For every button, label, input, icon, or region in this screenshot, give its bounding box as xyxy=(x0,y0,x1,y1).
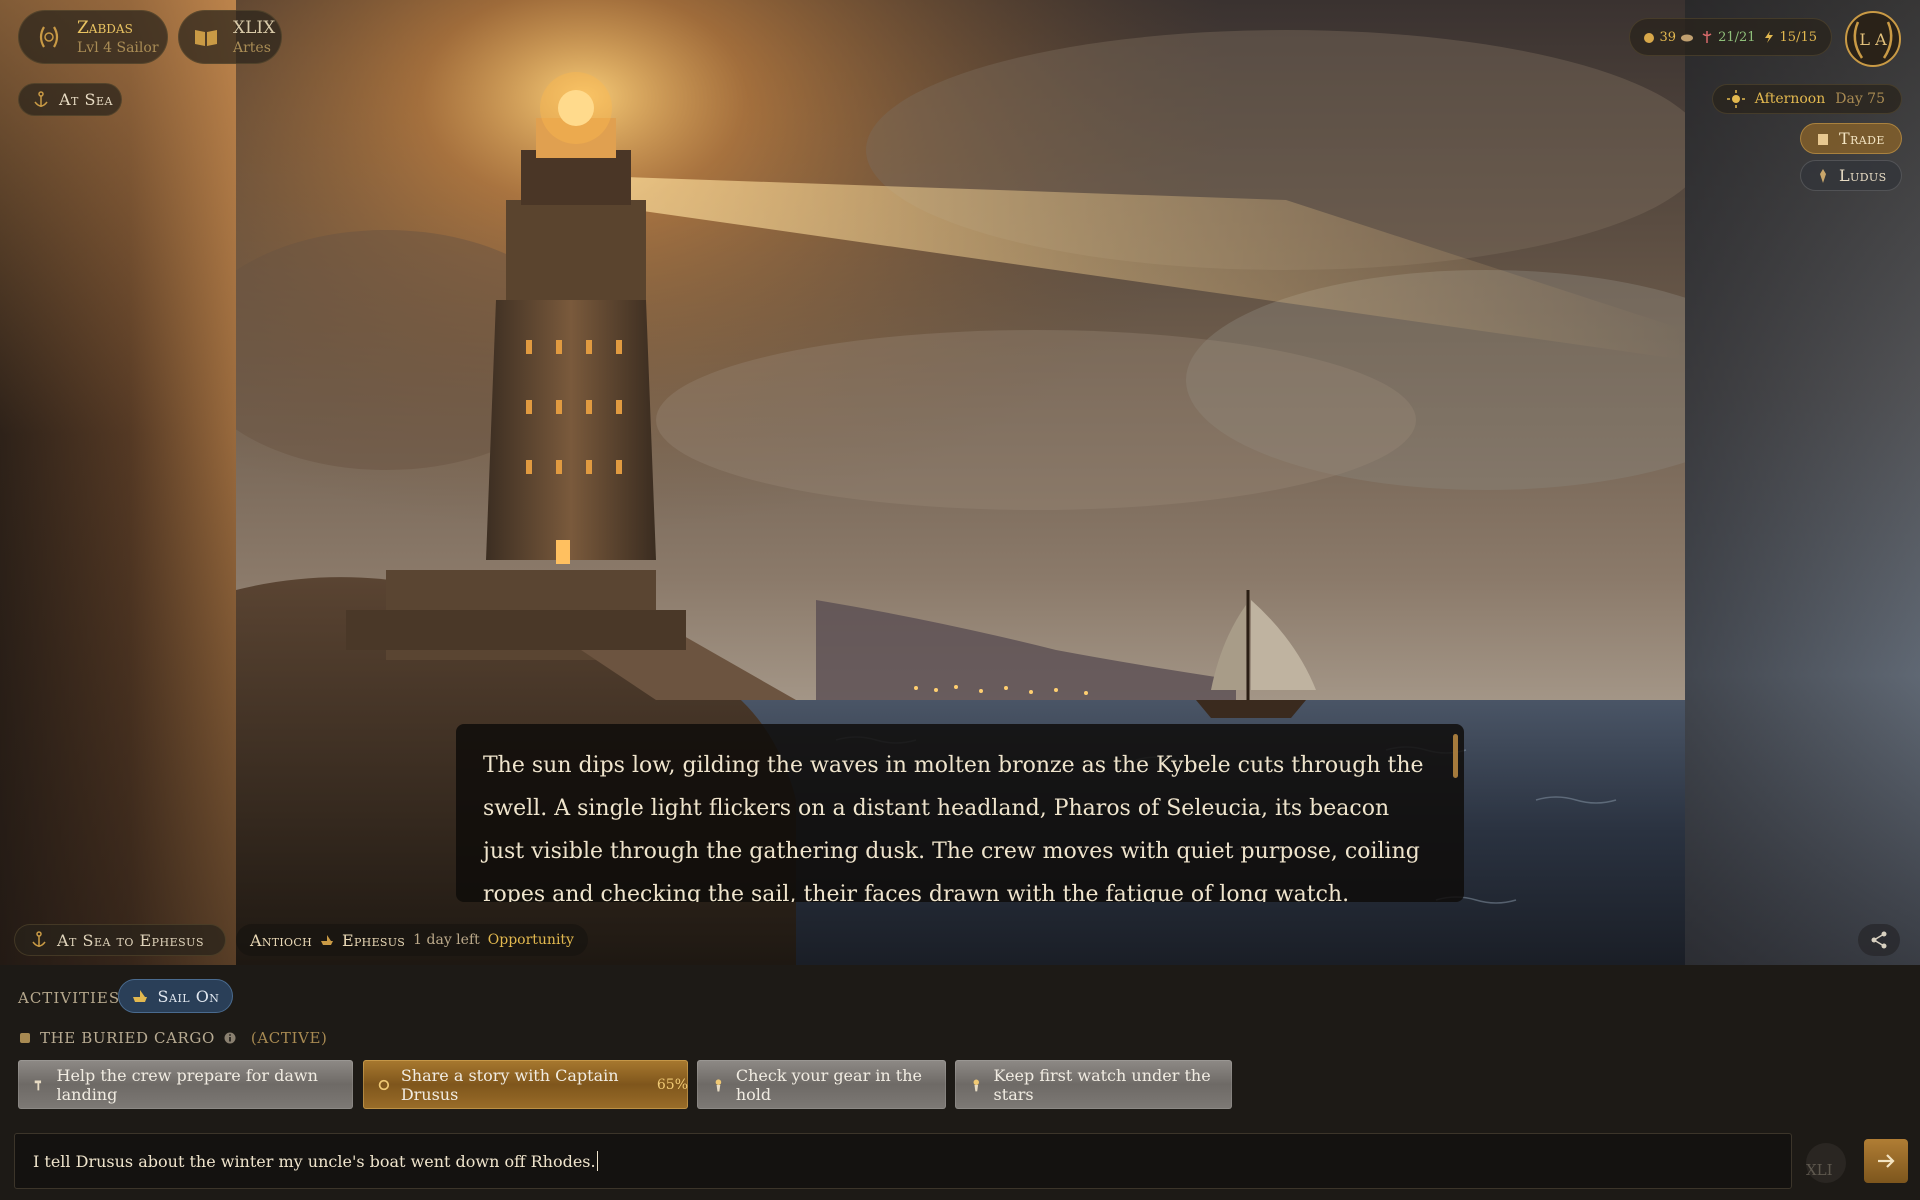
choice-button-2[interactable]: Share a story with Captain Drusus 65% xyxy=(363,1060,688,1109)
player-subtitle: Lvl 4 Sailor xyxy=(77,40,159,56)
ship-icon xyxy=(321,935,333,945)
route-info: Antioch Ephesus 1 day left Opportunity xyxy=(236,924,588,956)
torch-icon xyxy=(715,1078,722,1091)
sun-icon xyxy=(1726,90,1745,108)
choice-button-4[interactable]: Keep first watch under the stars xyxy=(955,1060,1232,1109)
artes-label: Artes xyxy=(233,40,271,56)
location-label: At Sea xyxy=(59,90,113,109)
quest-status: (ACTIVE) xyxy=(250,1029,328,1047)
route-remaining: 1 day left xyxy=(413,932,480,948)
time-of-day-badge: Afternoon Day 75 xyxy=(1711,84,1902,114)
gladiator-icon xyxy=(1820,168,1826,183)
scene-viewport: Zabdas Lvl 4 Sailor XLIX Artes At Sea 39 xyxy=(0,0,1920,965)
narrative-panel[interactable]: The sun dips low, gilding the waves in m… xyxy=(456,724,1464,902)
artes-button[interactable]: XLIX Artes xyxy=(178,10,282,64)
choice-button-1[interactable]: Help the crew prepare for dawn landing xyxy=(18,1060,353,1109)
time-period: Afternoon xyxy=(1754,91,1826,107)
ludus-button[interactable]: Ludus xyxy=(1800,160,1902,191)
sail-on-button[interactable]: Sail On xyxy=(118,979,233,1013)
sail-on-label: Sail On xyxy=(157,986,220,1006)
activities-label: ACTIVITIES: xyxy=(18,989,127,1007)
travel-status-label: At Sea to Ephesus xyxy=(57,930,204,950)
player-profile-button[interactable]: Zabdas Lvl 4 Sailor xyxy=(18,10,168,64)
choice-button-3[interactable]: Check your gear in the hold xyxy=(697,1060,946,1109)
trade-button[interactable]: Trade xyxy=(1800,123,1902,154)
route-opportunity-tag[interactable]: Opportunity xyxy=(488,932,574,948)
health-value: 21/21 xyxy=(1718,29,1756,45)
player-name: Zabdas xyxy=(77,18,133,38)
route-destination: Ephesus xyxy=(342,930,406,950)
scene-backdrop-left xyxy=(0,0,236,965)
coin-purse-icon xyxy=(1643,33,1654,43)
energy-value: 15/15 xyxy=(1779,29,1817,45)
send-button[interactable] xyxy=(1864,1139,1908,1183)
health-stat: 21/21 xyxy=(1700,29,1756,45)
coins-stack-icon xyxy=(1681,34,1694,42)
stats-bar: 39 21/21 15/15 xyxy=(1628,18,1832,56)
text-caret xyxy=(596,1151,598,1171)
choice-label-1: Help the crew prepare for dawn landing xyxy=(56,1065,318,1104)
artes-value: XLIX xyxy=(233,18,276,38)
ludus-label: Ludus xyxy=(1839,166,1887,185)
anchor-icon xyxy=(32,931,46,947)
scroll-icon xyxy=(20,1033,30,1043)
narrative-text: The sun dips low, gilding the waves in m… xyxy=(483,753,1424,902)
location-badge[interactable]: At Sea xyxy=(18,83,122,116)
laurel-icon xyxy=(378,1079,390,1090)
route-origin: Antioch xyxy=(250,930,312,950)
active-quest[interactable]: THE BURIED CARGO (ACTIVE) xyxy=(18,1029,327,1047)
anchor-icon xyxy=(34,90,48,107)
lightning-icon xyxy=(1764,31,1773,43)
faction-emblem-button[interactable]: L A xyxy=(1844,10,1902,68)
choice-chance-2: 65% xyxy=(656,1076,688,1093)
artes-info: XLIX Artes xyxy=(233,18,275,56)
trade-label: Trade xyxy=(1839,129,1885,148)
open-book-icon xyxy=(195,30,217,46)
share-icon xyxy=(1871,931,1887,949)
merchant-icon xyxy=(1818,133,1828,145)
arrow-right-icon xyxy=(1878,1154,1895,1168)
coins-value: 39 xyxy=(1659,29,1677,45)
ship-icon xyxy=(132,990,147,1002)
hammer-icon xyxy=(34,1079,42,1090)
info-icon[interactable] xyxy=(223,1031,237,1045)
choice-label-2: Share a story with Captain Drusus xyxy=(400,1065,619,1104)
action-input[interactable]: I tell Drusus about the winter my uncle'… xyxy=(14,1133,1792,1189)
player-info: Zabdas Lvl 4 Sailor xyxy=(77,18,159,56)
laurel-emblem-icon: L A xyxy=(1845,11,1901,67)
action-panel: ACTIVITIES: Sail On THE BURIED CARGO (AC… xyxy=(0,965,1920,1200)
action-input-value: I tell Drusus about the winter my uncle'… xyxy=(33,1151,596,1171)
day-counter: Day 75 xyxy=(1835,91,1885,107)
narrative-scrollbar[interactable] xyxy=(1453,734,1458,778)
caduceus-icon xyxy=(1702,31,1712,43)
energy-stat: 15/15 xyxy=(1762,30,1817,45)
torch-icon xyxy=(973,1079,980,1091)
travel-status-badge[interactable]: At Sea to Ephesus xyxy=(14,924,226,956)
laurel-wreath-icon xyxy=(39,26,59,48)
coins-stat: 39 xyxy=(1642,30,1695,45)
choice-label-4: Keep first watch under the stars xyxy=(993,1065,1211,1104)
emblem-initials: L A xyxy=(1859,30,1887,49)
page-indicator: XLI xyxy=(1806,1161,1833,1179)
share-button[interactable] xyxy=(1858,924,1900,956)
choice-label-3: Check your gear in the hold xyxy=(735,1065,923,1104)
quest-title: THE BURIED CARGO xyxy=(40,1029,215,1047)
